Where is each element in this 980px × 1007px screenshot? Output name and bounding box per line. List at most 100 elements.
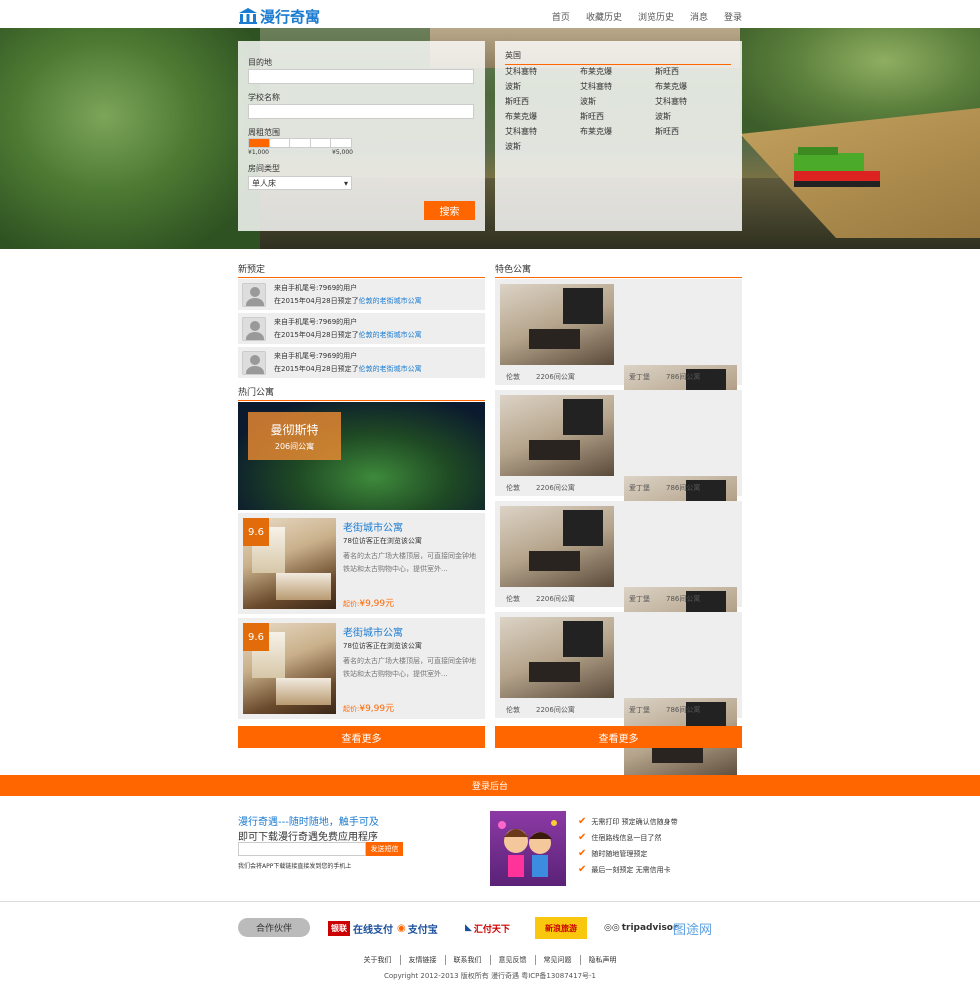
featured-city: 爱丁堡: [629, 373, 650, 381]
nav-login[interactable]: 登录: [724, 10, 742, 23]
booking-apartment-link[interactable]: 伦敦的老街城市公寓: [359, 297, 422, 305]
sms-note: 我们会将APP下载链接直接发到您的手机上: [238, 863, 352, 870]
featured-heading: 特色公寓: [495, 262, 742, 278]
check-icon: ✔: [578, 816, 587, 827]
featured-count: 2206间公寓: [536, 484, 575, 492]
featured-city: 爱丁堡: [629, 706, 650, 714]
city-link[interactable]: 波斯: [505, 142, 580, 152]
nav-home[interactable]: 首页: [552, 10, 570, 23]
app-slogan: 漫行奇遇---随时随地，触手可及: [238, 817, 379, 828]
city-link[interactable]: 艾科塞特: [580, 82, 655, 92]
hot-city-banner[interactable]: 曼彻斯特 206间公寓: [238, 402, 485, 510]
city-link[interactable]: 斯旺西: [655, 127, 730, 137]
rent-label: 周租范围: [248, 128, 280, 137]
featured-photo[interactable]: [500, 284, 614, 365]
featured-count: 786间公寓: [666, 484, 701, 492]
rating-badge: 9.6: [243, 518, 269, 546]
city-link[interactable]: 布莱克爆: [655, 82, 730, 92]
hot-more-button[interactable]: 查看更多: [238, 726, 485, 748]
feature-item: ✔ 最后一刻预定 无需信用卡: [578, 862, 678, 878]
booking-user: 来自手机尾号:7969的用户: [274, 283, 358, 292]
featured-photo[interactable]: [500, 617, 614, 698]
chinapnr-logo[interactable]: ◣ 汇付天下: [465, 917, 510, 939]
search-button[interactable]: 搜索: [424, 201, 475, 220]
booking-item: 来自手机尾号:7969的用户 在2015年04月28日预定了伦敦的老街城市公寓: [238, 313, 485, 344]
city-link[interactable]: 斯旺西: [655, 67, 730, 77]
footer-link-contact[interactable]: 联系我们: [446, 955, 491, 965]
city-list-panel: 英国 艾科塞特 布莱克爆 斯旺西 波斯 艾科塞特 布莱克爆 斯旺西 波斯 艾科塞…: [495, 41, 742, 231]
city-link[interactable]: 布莱克爆: [505, 112, 580, 122]
city-link[interactable]: 波斯: [580, 97, 655, 107]
apartment-name[interactable]: 老街城市公寓: [343, 519, 403, 534]
city-link[interactable]: 斯旺西: [580, 112, 655, 122]
school-input[interactable]: [248, 104, 474, 119]
featured-row: 伦敦 2206间公寓 爱丁堡 786间公寓: [495, 501, 742, 668]
featured-row: 伦敦 2206间公寓 爱丁堡 786间公寓: [495, 279, 742, 446]
avatar-icon: [242, 350, 266, 375]
city-link[interactable]: 波斯: [655, 112, 730, 122]
city-link[interactable]: 艾科塞特: [655, 97, 730, 107]
featured-city: 伦敦: [506, 484, 520, 492]
city-link[interactable]: 斯旺西: [505, 97, 580, 107]
admin-login-bar[interactable]: 登录后台: [0, 775, 980, 796]
rent-min: ¥1,000: [248, 149, 269, 156]
booking-apartment-link[interactable]: 伦敦的老街城市公寓: [359, 331, 422, 339]
featured-city: 伦敦: [506, 706, 520, 714]
footer-link-about[interactable]: 关于我们: [356, 955, 401, 965]
rent-range-slider[interactable]: [248, 138, 352, 148]
country-heading: 英国: [505, 50, 731, 65]
send-sms-button[interactable]: 发送短信: [366, 842, 403, 856]
apartment-price: 起价:¥9,99元: [343, 599, 395, 609]
featured-photo[interactable]: [500, 395, 614, 476]
avatar-icon: [242, 316, 266, 341]
hot-city-caption: 曼彻斯特 206间公寓: [248, 412, 341, 460]
hot-apartment-card[interactable]: 9.6 老街城市公寓 78位访客正在浏览该公寓 著名的太古广场大楼顶层，可直接同…: [238, 618, 485, 719]
app-feature-list: ✔ 无需打印 预定确认信随身带 ✔ 住宿路线信息一目了然 ✔ 随时随地管理预定 ✔ 最后…: [578, 814, 678, 878]
nav-messages[interactable]: 消息: [690, 10, 708, 23]
site-logo[interactable]: 漫行奇寓: [238, 6, 320, 26]
apartment-photo: 9.6: [243, 518, 336, 609]
new-booking-heading: 新预定: [238, 262, 485, 278]
booking-date: 在2015年04月28日预定了: [274, 330, 359, 339]
trees-image: [0, 28, 260, 249]
rating-badge: 9.6: [243, 623, 269, 651]
footer-link-privacy[interactable]: 隐私声明: [581, 955, 625, 965]
featured-photo[interactable]: [500, 506, 614, 587]
city-link[interactable]: 布莱克爆: [580, 67, 655, 77]
footer-link-faq[interactable]: 常见问题: [536, 955, 581, 965]
check-icon: ✔: [578, 864, 587, 875]
featured-row: 伦敦 2206间公寓 爱丁堡 786间公寓: [495, 612, 742, 779]
unionpay-logo[interactable]: 银联 在线支付: [328, 917, 393, 939]
tripadvisor-logo[interactable]: ◎◎ tripadvisor: [604, 917, 677, 939]
hero-banner: [0, 28, 980, 249]
city-grid: 艾科塞特 布莱克爆 斯旺西 波斯 艾科塞特 布莱克爆 斯旺西 波斯 艾科塞特 布…: [505, 67, 731, 152]
alipay-logo[interactable]: ◉ 支付宝: [397, 917, 438, 939]
sina-travel-logo[interactable]: 新浪旅游: [535, 917, 587, 939]
nav-favorites[interactable]: 收藏历史: [586, 10, 622, 23]
apartment-desc: 著名的太古广场大楼顶层，可直接同金钟地 铁站和太古购物中心，提供室外...: [343, 657, 476, 678]
booking-date: 在2015年04月28日预定了: [274, 364, 359, 373]
city-link[interactable]: 波斯: [505, 82, 580, 92]
avatar-icon: [242, 282, 266, 307]
tutu-logo[interactable]: 图途网: [673, 917, 712, 939]
featured-more-button[interactable]: 查看更多: [495, 726, 742, 748]
nav-history[interactable]: 浏览历史: [638, 10, 674, 23]
hot-apartment-card[interactable]: 9.6 老街城市公寓 78位访客正在浏览该公寓 著名的太古广场大楼顶层，可直接同…: [238, 513, 485, 614]
booking-user: 来自手机尾号:7969的用户: [274, 351, 358, 360]
feature-item: ✔ 随时随地管理预定: [578, 846, 678, 862]
room-type-value: 单人床: [252, 178, 276, 188]
city-link[interactable]: 艾科塞特: [505, 127, 580, 137]
footer-link-friends[interactable]: 友情链接: [401, 955, 446, 965]
building-icon: [239, 8, 257, 24]
visitor-count: 78位访客正在浏览该公寓: [343, 537, 422, 545]
city-link[interactable]: 艾科塞特: [505, 67, 580, 77]
footer-link-feedback[interactable]: 意见反馈: [491, 955, 536, 965]
phone-input[interactable]: [238, 842, 366, 856]
city-link[interactable]: 布莱克爆: [580, 127, 655, 137]
room-type-select[interactable]: 单人床 ▾: [248, 176, 352, 190]
booking-apartment-link[interactable]: 伦敦的老街城市公寓: [359, 365, 422, 373]
featured-count: 786间公寓: [666, 595, 701, 603]
logo-text: 漫行奇寓: [260, 7, 321, 26]
destination-input[interactable]: [248, 69, 474, 84]
apartment-name[interactable]: 老街城市公寓: [343, 624, 403, 639]
